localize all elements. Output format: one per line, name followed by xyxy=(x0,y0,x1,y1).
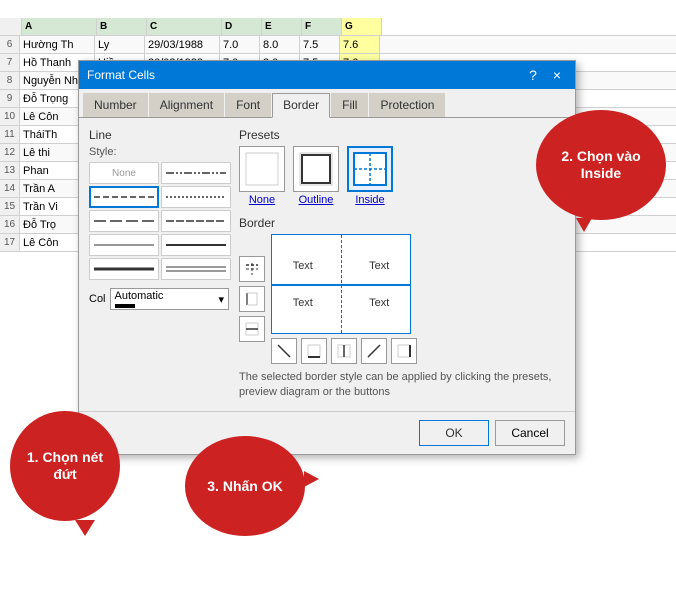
tab-fill[interactable]: Fill xyxy=(331,93,368,117)
cancel-button[interactable]: Cancel xyxy=(495,420,565,446)
tab-protection[interactable]: Protection xyxy=(369,93,445,117)
dialog-tabs: Number Alignment Font Border Fill Protec… xyxy=(79,89,575,118)
ok-button[interactable]: OK xyxy=(419,420,489,446)
line-style-solid-medium[interactable] xyxy=(161,234,231,256)
line-style-none[interactable]: None xyxy=(89,162,159,184)
annotation-bubble-3: 3. Nhấn OK xyxy=(185,436,305,536)
preview-text-tr: Text xyxy=(369,260,389,272)
tab-border[interactable]: Border xyxy=(272,93,330,118)
presets-label: Presets xyxy=(239,128,565,142)
color-strip xyxy=(115,304,135,308)
dialog-help-button[interactable]: ? xyxy=(523,66,543,84)
border-buttons-left xyxy=(239,234,265,364)
border-btn-diag-up[interactable] xyxy=(361,338,387,364)
presets-section: Presets None xyxy=(239,128,565,206)
line-styles-grid: None xyxy=(89,162,229,280)
border-btn-bottom[interactable] xyxy=(301,338,327,364)
border-btn-left[interactable] xyxy=(239,286,265,312)
right-section: Presets None xyxy=(239,128,565,401)
line-style-medium-dash[interactable] xyxy=(161,210,231,232)
border-preview-box[interactable]: Text Text Text Text xyxy=(271,234,565,364)
dialog-body: Line Style: None xyxy=(79,118,575,411)
border-buttons-bottom xyxy=(271,338,565,364)
preview-vline xyxy=(341,235,342,333)
preset-none-icon xyxy=(239,146,285,192)
dropdown-arrow-icon: ▾ xyxy=(218,293,224,306)
dialog-columns: Line Style: None xyxy=(89,128,565,401)
annotation-bubble-2: 2. Chọn vào Inside xyxy=(536,110,666,220)
preset-inside-icon xyxy=(347,146,393,192)
border-btn-top-left[interactable] xyxy=(239,256,265,282)
line-style-dash-dot-dot[interactable] xyxy=(161,162,231,184)
preset-none-label: None xyxy=(249,194,275,206)
presets-row: None Outline xyxy=(239,146,565,206)
style-label: Style: xyxy=(89,146,229,158)
line-style-long-dash[interactable] xyxy=(89,210,159,232)
dialog-titlebar: Format Cells ? × xyxy=(79,61,575,89)
preview-grid: Text Text Text Text xyxy=(271,234,411,334)
preset-inside-label: Inside xyxy=(355,194,384,206)
border-btn-inside-v[interactable] xyxy=(331,338,357,364)
bubble-1-text: 1. Chọn nét đứt xyxy=(20,449,110,483)
line-section-label: Line xyxy=(89,128,229,142)
color-section: Col Automatic ▾ xyxy=(89,288,229,310)
color-value-text: Automatic xyxy=(115,290,164,302)
preset-inside[interactable]: Inside xyxy=(347,146,393,206)
bubble-2-text: 2. Chọn vào Inside xyxy=(546,148,656,182)
border-btn-right[interactable] xyxy=(391,338,417,364)
preset-outline-icon xyxy=(293,146,339,192)
bubble-3-text: 3. Nhấn OK xyxy=(207,478,282,495)
line-style-solid-thick[interactable] xyxy=(89,258,159,280)
border-section: Border xyxy=(239,216,565,364)
color-value-display: Automatic xyxy=(115,290,164,308)
border-preview-area: Text Text Text Text xyxy=(239,234,565,364)
tab-alignment[interactable]: Alignment xyxy=(149,93,224,117)
dialog-footer: OK Cancel xyxy=(79,411,575,454)
preset-outline[interactable]: Outline xyxy=(293,146,339,206)
format-cells-dialog: Format Cells ? × Number Alignment Font B… xyxy=(78,60,576,455)
tab-number[interactable]: Number xyxy=(83,93,148,117)
border-btn-inside-h[interactable] xyxy=(239,316,265,342)
dialog-overlay: Format Cells ? × Number Alignment Font B… xyxy=(0,0,676,601)
dialog-controls: ? × xyxy=(523,66,567,84)
preview-text-br: Text xyxy=(369,297,389,309)
line-style-dotted[interactable] xyxy=(161,186,231,208)
info-text: The selected border style can be applied… xyxy=(239,370,565,401)
dialog-title: Format Cells xyxy=(87,68,155,82)
preset-outline-label: Outline xyxy=(299,194,334,206)
color-dropdown[interactable]: Automatic ▾ xyxy=(110,288,229,310)
preview-text-tl: Text xyxy=(293,260,313,272)
border-btn-diag-down[interactable] xyxy=(271,338,297,364)
annotation-bubble-1: 1. Chọn nét đứt xyxy=(10,411,120,521)
preset-none[interactable]: None xyxy=(239,146,285,206)
none-label: None xyxy=(112,168,136,179)
preview-text-bl: Text xyxy=(293,297,313,309)
border-label: Border xyxy=(239,216,275,230)
dialog-close-button[interactable]: × xyxy=(547,66,567,84)
line-style-double[interactable] xyxy=(161,258,231,280)
line-style-dashed-selected[interactable] xyxy=(89,186,159,208)
line-section: Line Style: None xyxy=(89,128,229,401)
color-label: Col xyxy=(89,293,106,305)
line-style-solid-thin[interactable] xyxy=(89,234,159,256)
tab-font[interactable]: Font xyxy=(225,93,271,117)
